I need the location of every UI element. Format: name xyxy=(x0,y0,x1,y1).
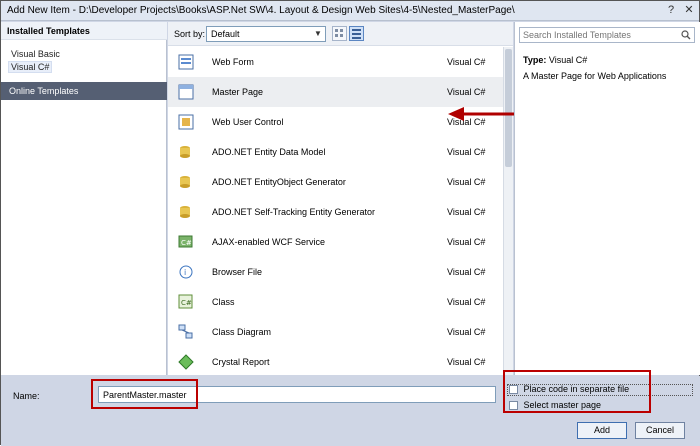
template-list-pane: Sort by: Default ▼ Web Form Visual C# Ma… xyxy=(168,22,546,375)
left-pane: Installed Templates Visual Basic Visual … xyxy=(1,22,167,375)
svg-text:C#: C# xyxy=(181,299,192,307)
cancel-button[interactable]: Cancel xyxy=(635,422,685,439)
sort-value: Default xyxy=(211,29,240,39)
entity-model-icon xyxy=(180,146,190,158)
template-name: Class Diagram xyxy=(212,327,272,337)
details-pane: Type: Visual C# A Master Page for Web Ap… xyxy=(514,22,700,375)
tree-item-visual-basic[interactable]: Visual Basic xyxy=(11,49,60,59)
template-name: Class xyxy=(212,297,235,307)
entity-generator-icon xyxy=(180,176,190,188)
bottom-bar: Name: Place code in separate file Select… xyxy=(1,370,700,446)
template-language: Visual C# xyxy=(447,327,486,337)
template-list: Web Form Visual C# Master Page Visual C#… xyxy=(168,47,503,375)
svg-text:i: i xyxy=(184,268,186,277)
template-language: Visual C# xyxy=(447,87,486,97)
browser-file-icon: i xyxy=(179,265,193,279)
template-name: Web Form xyxy=(212,57,254,67)
close-button[interactable]: ✕ xyxy=(681,3,697,17)
template-language: Visual C# xyxy=(447,177,486,187)
search-icon xyxy=(681,30,691,40)
web-form-icon xyxy=(178,54,194,70)
template-item-selected[interactable]: Master Page Visual C# xyxy=(168,77,503,107)
template-item[interactable]: C# Class Visual C# xyxy=(168,287,503,317)
template-language: Visual C# xyxy=(447,297,486,307)
template-item[interactable]: ADO.NET EntityObject Generator Visual C# xyxy=(168,167,503,197)
template-name: ADO.NET EntityObject Generator xyxy=(212,177,346,187)
template-language: Visual C# xyxy=(447,357,486,367)
add-new-item-dialog: Add New Item - D:\Developer Projects\Boo… xyxy=(0,0,700,446)
small-icons-view-button[interactable] xyxy=(332,26,347,41)
template-name: Master Page xyxy=(212,87,264,97)
template-language: Visual C# xyxy=(447,267,486,277)
template-list-scrollbar[interactable] xyxy=(503,47,513,375)
crystal-report-icon xyxy=(178,354,194,370)
title-bar: Add New Item - D:\Developer Projects\Boo… xyxy=(1,1,699,21)
template-name: Web User Control xyxy=(212,117,284,127)
template-language: Visual C# xyxy=(447,237,486,247)
sort-toolbar: Sort by: Default ▼ xyxy=(168,22,513,46)
installed-templates-header[interactable]: Installed Templates xyxy=(1,22,167,40)
template-language: Visual C# xyxy=(447,57,486,67)
list-view-icon xyxy=(352,29,361,39)
sort-dropdown[interactable]: Default ▼ xyxy=(206,26,326,42)
online-templates-header[interactable]: Online Templates xyxy=(1,82,167,100)
template-item[interactable]: i Browser File Visual C# xyxy=(168,257,503,287)
template-name: Crystal Report xyxy=(212,357,270,367)
template-name: Browser File xyxy=(212,267,263,277)
template-item[interactable]: ADO.NET Entity Data Model Visual C# xyxy=(168,137,503,167)
template-item[interactable]: C# AJAX-enabled WCF Service Visual C# xyxy=(168,227,503,257)
user-control-icon xyxy=(178,114,194,130)
template-item[interactable]: Class Diagram Visual C# xyxy=(168,317,503,347)
search-input[interactable] xyxy=(520,28,676,42)
class-diagram-icon xyxy=(178,324,193,339)
template-item[interactable]: Crystal Report Visual C# xyxy=(168,347,503,375)
template-language: Visual C# xyxy=(447,207,486,217)
window-title: Add New Item - D:\Developer Projects\Boo… xyxy=(7,5,515,16)
template-language: Visual C# xyxy=(447,147,486,157)
grid-view-icon xyxy=(335,29,343,37)
tree-item-visual-csharp[interactable]: Visual C# xyxy=(7,61,53,73)
name-label: Name: xyxy=(13,391,40,401)
self-tracking-icon xyxy=(180,206,190,218)
template-name: ADO.NET Self-Tracking Entity Generator xyxy=(212,207,376,217)
template-name: AJAX-enabled WCF Service xyxy=(212,237,326,247)
annotation-box-name xyxy=(91,379,198,409)
sort-label: Sort by: xyxy=(174,29,206,39)
master-page-icon xyxy=(178,84,194,100)
type-label: Type: xyxy=(523,55,547,65)
template-name: ADO.NET Entity Data Model xyxy=(212,147,326,157)
template-description: A Master Page for Web Applications xyxy=(523,71,667,81)
help-button[interactable]: ? xyxy=(663,3,679,17)
annotation-box-options xyxy=(503,370,651,413)
add-button[interactable]: Add xyxy=(577,422,627,439)
details-view-button[interactable] xyxy=(349,26,364,41)
template-item[interactable]: ADO.NET Self-Tracking Entity Generator V… xyxy=(168,197,503,227)
type-value: Visual C# xyxy=(548,55,588,65)
class-icon: C# xyxy=(178,294,193,309)
template-type: Type: Visual C# xyxy=(523,55,587,65)
svg-text:C#: C# xyxy=(181,239,192,247)
template-item[interactable]: Web Form Visual C# xyxy=(168,47,503,77)
wcf-service-icon: C# xyxy=(178,235,193,248)
chevron-down-icon: ▼ xyxy=(314,29,322,38)
search-box[interactable] xyxy=(519,27,695,43)
